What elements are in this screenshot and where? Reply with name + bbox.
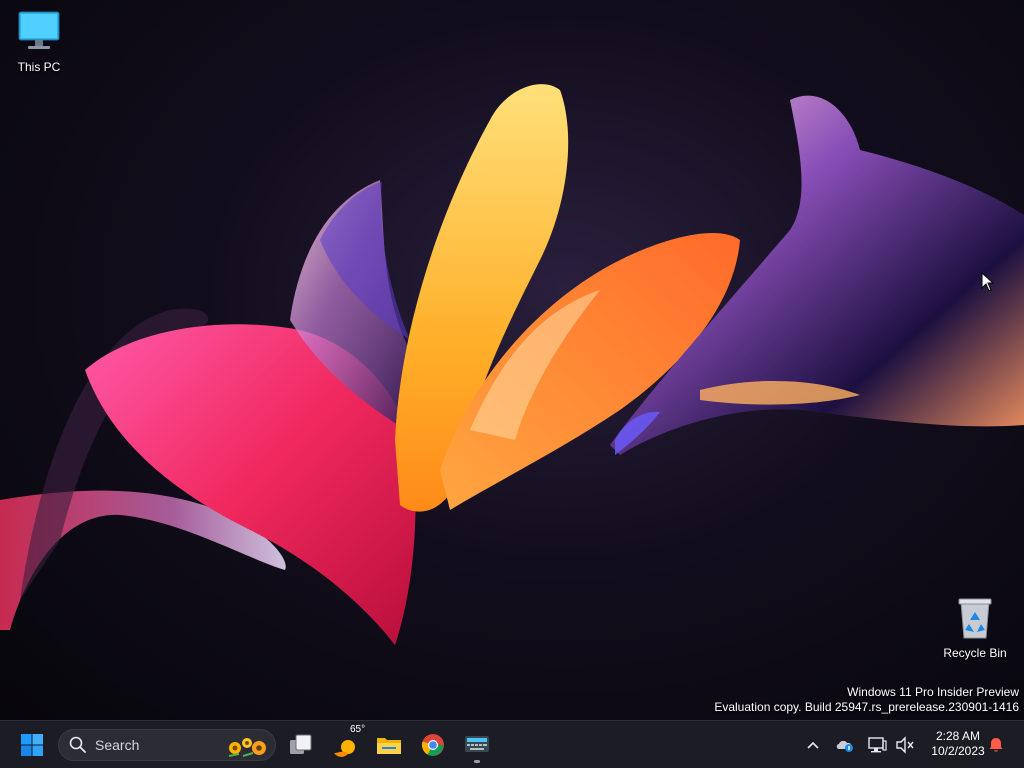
folder-icon <box>377 738 401 754</box>
notification-center-button[interactable] <box>982 731 1010 759</box>
mouse-pointer-icon <box>981 272 995 292</box>
monitor-icon <box>18 11 60 49</box>
chrome-icon <box>421 734 444 756</box>
network-icon <box>868 737 887 753</box>
volume-button[interactable] <box>891 731 919 759</box>
this-pc-label: This PC <box>17 60 61 74</box>
network-button[interactable] <box>863 731 891 759</box>
evaluation-watermark: Windows 11 Pro Insider Preview Evaluatio… <box>714 685 1019 715</box>
system-tray <box>799 721 919 768</box>
recycle-bin-icon <box>958 598 992 639</box>
volume-muted-icon <box>896 736 914 754</box>
desktop-icon-recycle-bin[interactable]: Recycle Bin <box>937 596 1013 660</box>
show-hidden-icons-button[interactable] <box>799 731 827 759</box>
desktop-icon-this-pc[interactable]: This PC <box>1 10 77 74</box>
watermark-line-1: Windows 11 Pro Insider Preview <box>847 685 1019 699</box>
desktop-wallpaper <box>0 0 1024 720</box>
search-icon <box>69 736 86 753</box>
keyboard-app-button[interactable] <box>458 726 496 764</box>
windows-logo-icon <box>21 734 43 756</box>
bloom-artwork <box>0 84 1024 645</box>
search-highlight-flowers-icon <box>228 738 266 757</box>
start-button[interactable] <box>13 726 51 764</box>
watermark-line-2: Evaluation copy. Build 25947.rs_prerelea… <box>714 700 1019 714</box>
keyboard-app-icon <box>465 736 489 752</box>
notification-bell-icon <box>989 738 1003 752</box>
onedrive-button[interactable] <box>831 731 859 759</box>
widgets-button[interactable]: 65° <box>326 724 366 764</box>
chevron-up-icon <box>807 741 819 749</box>
search-placeholder: Search <box>95 737 140 753</box>
file-explorer-button[interactable] <box>370 726 408 764</box>
onedrive-icon <box>836 740 853 752</box>
taskbar-search-box[interactable]: Search <box>58 729 276 761</box>
chrome-button[interactable] <box>414 726 452 764</box>
recycle-bin-label: Recycle Bin <box>943 646 1007 660</box>
weather-icon <box>334 740 355 757</box>
task-view-icon <box>290 734 312 754</box>
taskbar: Search 65° 2:28 AM 10/2/2023 <box>0 720 1024 768</box>
task-view-button[interactable] <box>282 726 320 764</box>
weather-temperature: 65° <box>350 724 366 735</box>
